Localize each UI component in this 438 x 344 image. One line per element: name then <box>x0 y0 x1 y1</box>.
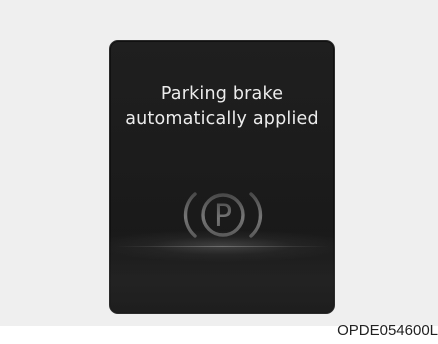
illustration-panel: Parking brake automatically applied P <box>0 0 438 326</box>
parking-brake-icon: P <box>183 192 263 238</box>
floor-highlight <box>116 246 328 247</box>
cluster-display: Parking brake automatically applied P <box>109 40 335 314</box>
parking-brake-letter: P <box>214 199 232 234</box>
warning-message: Parking brake automatically applied <box>110 82 334 132</box>
message-line-2: automatically applied <box>125 109 319 129</box>
figure-code: OPDE054600L <box>337 322 438 339</box>
message-line-1: Parking brake <box>160 84 284 104</box>
